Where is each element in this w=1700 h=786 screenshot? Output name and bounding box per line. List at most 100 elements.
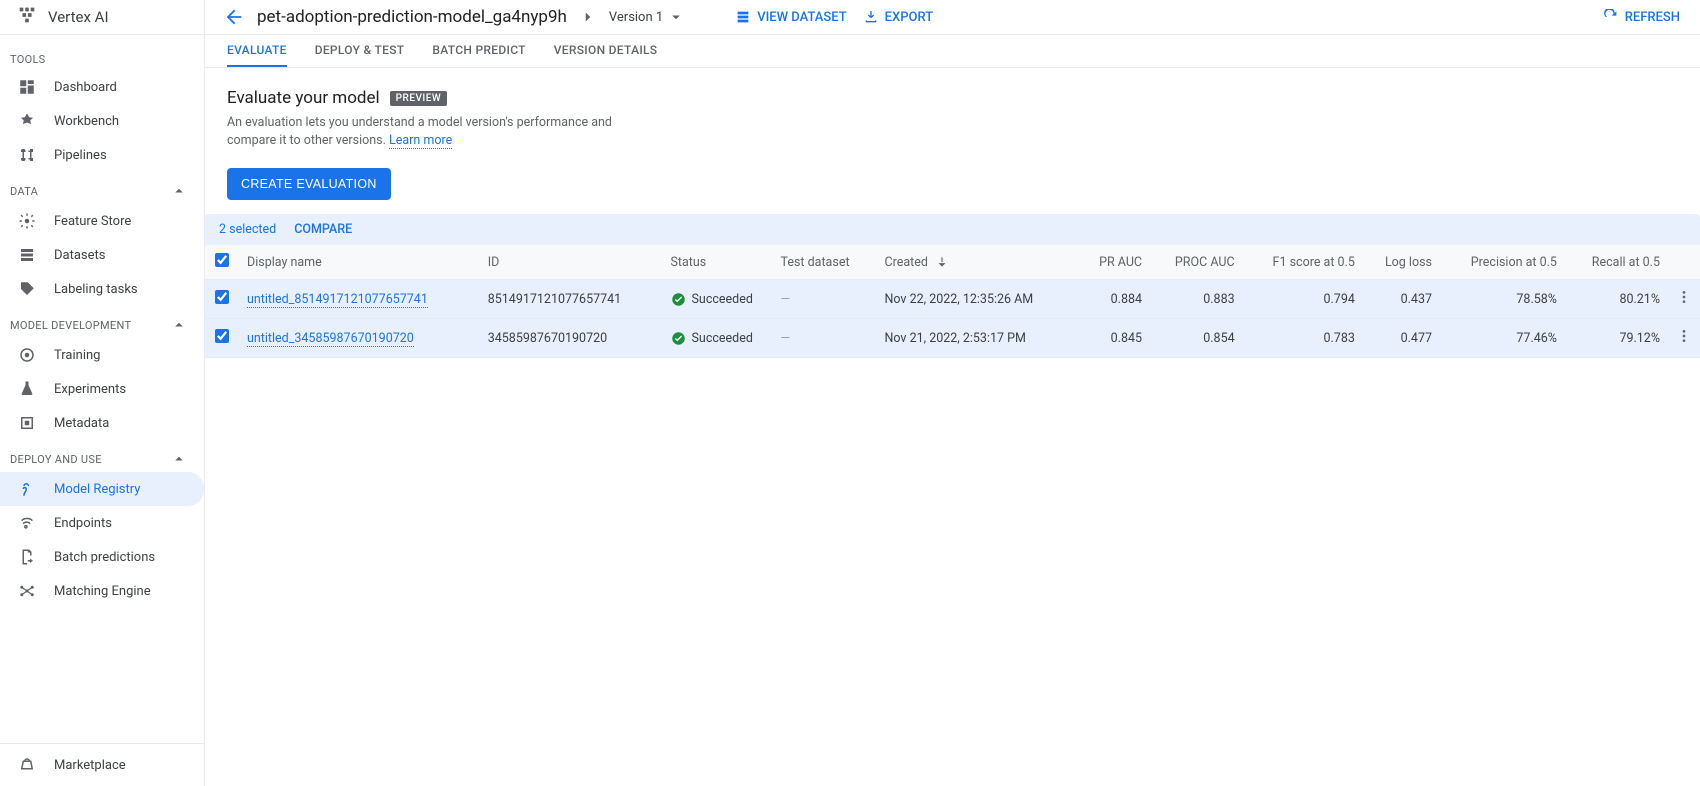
tab-version-details[interactable]: VERSION DETAILS [554,35,658,67]
col-actions [1668,245,1700,280]
status-cell: Succeeded [671,331,765,346]
sidebar-header: Vertex AI [0,0,204,35]
sidebar: Vertex AI TOOLS Dashboard Workbench Pipe… [0,0,205,786]
model-name: pet-adoption-prediction-model_ga4nyp9h [257,7,567,27]
table-row: untitled_8514917121077657741 85149171210… [205,280,1700,319]
status-text: Succeeded [692,331,753,346]
training-icon [18,346,36,364]
row-checkbox[interactable] [215,290,229,304]
select-all-checkbox[interactable] [215,253,229,267]
compare-button[interactable]: COMPARE [294,222,352,237]
col-status[interactable]: Status [663,245,773,280]
sidebar-item-model-registry[interactable]: Model Registry [0,472,204,506]
experiments-icon [18,380,36,398]
create-evaluation-button[interactable]: CREATE EVALUATION [227,168,391,200]
table-header-row: Display name ID Status Test dataset Crea… [205,245,1700,280]
view-dataset-label: VIEW DATASET [757,10,846,25]
chevron-up-icon [170,316,188,334]
sidebar-item-datasets[interactable]: Datasets [0,238,204,272]
col-pr-auc[interactable]: PR AUC [1078,245,1150,280]
export-icon [863,9,879,25]
sidebar-item-labeling-tasks[interactable]: Labeling tasks [0,272,204,306]
chevron-right-icon [579,8,597,26]
col-f1[interactable]: F1 score at 0.5 [1243,245,1363,280]
sidebar-item-matching-engine[interactable]: Matching Engine [0,574,204,608]
row-checkbox[interactable] [215,329,229,343]
datasets-icon [18,246,36,264]
sidebar-item-dashboard[interactable]: Dashboard [0,70,204,104]
view-dataset-button[interactable]: VIEW DATASET [733,5,848,29]
selection-bar: 2 selected COMPARE [205,214,1700,245]
col-checkbox[interactable] [205,245,239,280]
refresh-icon [1603,9,1619,25]
sidebar-item-endpoints[interactable]: Endpoints [0,506,204,540]
evaluation-link[interactable]: untitled_8514917121077657741 [247,292,428,308]
tab-deploy-test[interactable]: DEPLOY & TEST [315,35,405,67]
sidebar-item-experiments[interactable]: Experiments [0,372,204,406]
cell-created: Nov 21, 2022, 2:53:17 PM [876,319,1077,358]
evaluations-table: Display name ID Status Test dataset Crea… [205,245,1700,358]
section-description: An evaluation lets you understand a mode… [227,114,627,150]
section-header-deploy-and-use[interactable]: DEPLOY AND USE [0,440,204,472]
model-registry-icon [18,480,36,498]
col-precision[interactable]: Precision at 0.5 [1440,245,1565,280]
sidebar-item-training[interactable]: Training [0,338,204,372]
col-proc-auc[interactable]: PROC AUC [1150,245,1243,280]
sidebar-item-marketplace[interactable]: Marketplace [0,744,204,786]
product-name: Vertex AI [48,8,109,26]
cell-f1: 0.783 [1243,319,1363,358]
col-id[interactable]: ID [480,245,663,280]
section-header-model-development[interactable]: MODEL DEVELOPMENT [0,306,204,338]
tab-evaluate[interactable]: EVALUATE [227,35,287,67]
sidebar-item-label: Pipelines [54,148,107,163]
section-header-tools[interactable]: TOOLS [0,43,204,70]
more-icon[interactable] [1676,328,1692,344]
back-arrow-icon[interactable] [223,6,245,28]
col-recall[interactable]: Recall at 0.5 [1565,245,1668,280]
sidebar-item-feature-store[interactable]: Feature Store [0,204,204,238]
col-log-loss[interactable]: Log loss [1363,245,1440,280]
cell-precision: 77.46% [1440,319,1565,358]
sidebar-item-metadata[interactable]: Metadata [0,406,204,440]
learn-more-link[interactable]: Learn more [389,133,452,149]
sidebar-item-batch-predictions[interactable]: Batch predictions [0,540,204,574]
cell-proc-auc: 0.854 [1150,319,1243,358]
table-row: untitled_34585987670190720 3458598767019… [205,319,1700,358]
tab-label: BATCH PREDICT [432,43,525,57]
sidebar-item-pipelines[interactable]: Pipelines [0,138,204,172]
sidebar-item-label: Dashboard [54,80,117,95]
evaluation-link[interactable]: untitled_34585987670190720 [247,331,414,347]
section-label: MODEL DEVELOPMENT [10,319,131,332]
sidebar-item-label: Labeling tasks [54,282,138,297]
cell-precision: 78.58% [1440,280,1565,319]
success-icon [671,331,686,346]
sidebar-item-workbench[interactable]: Workbench [0,104,204,138]
export-button[interactable]: EXPORT [861,5,935,29]
cell-created: Nov 22, 2022, 12:35:26 AM [876,280,1077,319]
sidebar-item-label: Metadata [54,416,109,431]
col-created[interactable]: Created [876,245,1077,280]
version-label: Version 1 [609,10,663,25]
col-test-dataset[interactable]: Test dataset [773,245,877,280]
dropdown-arrow-icon [667,8,685,26]
section-title-row: Evaluate your model PREVIEW [227,88,1678,108]
status-cell: Succeeded [671,292,765,307]
version-select[interactable]: Version 1 [609,8,685,26]
cell-id: 8514917121077657741 [480,280,663,319]
sidebar-item-label: Experiments [54,382,126,397]
section-label: TOOLS [10,53,46,66]
section-header-data[interactable]: DATA [0,172,204,204]
labeling-icon [18,280,36,298]
dashboard-icon [18,78,36,96]
sidebar-item-label: Model Registry [54,482,140,497]
more-icon[interactable] [1676,289,1692,305]
pipelines-icon [18,146,36,164]
col-display-name[interactable]: Display name [239,245,480,280]
status-text: Succeeded [692,292,753,307]
tab-batch-predict[interactable]: BATCH PREDICT [432,35,525,67]
matching-engine-icon [18,582,36,600]
metadata-icon [18,414,36,432]
cell-test-dataset: — [781,331,791,346]
refresh-button[interactable]: REFRESH [1601,5,1682,29]
sidebar-item-label: Marketplace [54,758,126,773]
